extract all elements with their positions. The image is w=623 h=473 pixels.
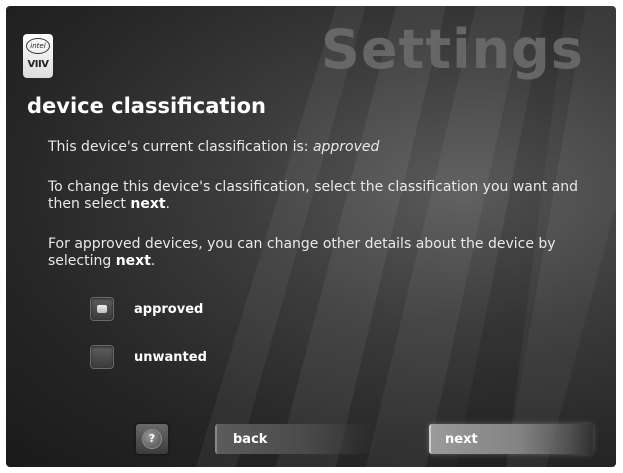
option-unwanted-label: unwanted [134,349,207,365]
radio-selected-indicator [97,305,107,313]
intel-viiv-logo: intel VIIV [23,34,53,78]
settings-window: intel VIIV Settings device classificatio… [6,6,616,467]
back-button-label: back [233,431,268,447]
option-approved[interactable]: approved [90,296,203,322]
approved-radio[interactable] [90,297,114,321]
next-button-label: next [445,431,478,447]
back-button[interactable]: back [215,424,379,454]
change-instruction-text: To change this device's classification, … [48,179,588,213]
current-classification-prefix: This device's current classification is: [48,139,313,155]
approved-details-post: . [150,253,156,269]
help-icon: ? [142,429,162,449]
unwanted-radio[interactable] [90,345,114,369]
change-instruction-next: next [130,196,166,212]
change-instruction-pre: To change this device's classification, … [48,179,579,212]
viiv-logo-text: VIIV [27,59,49,70]
option-approved-label: approved [134,301,204,317]
next-button[interactable]: next [429,424,593,454]
approved-details-next: next [115,253,151,269]
section-heading: device classification [27,94,266,118]
current-classification-value: approved [312,139,380,155]
approved-details-text: For approved devices, you can change oth… [48,236,588,270]
current-classification-text: This device's current classification is:… [48,139,588,156]
option-unwanted[interactable]: unwanted [90,344,207,370]
help-button[interactable]: ? [136,424,168,454]
change-instruction-post: . [165,196,170,212]
intel-logo-text: intel [26,38,50,54]
page-title-watermark: Settings [321,18,584,81]
